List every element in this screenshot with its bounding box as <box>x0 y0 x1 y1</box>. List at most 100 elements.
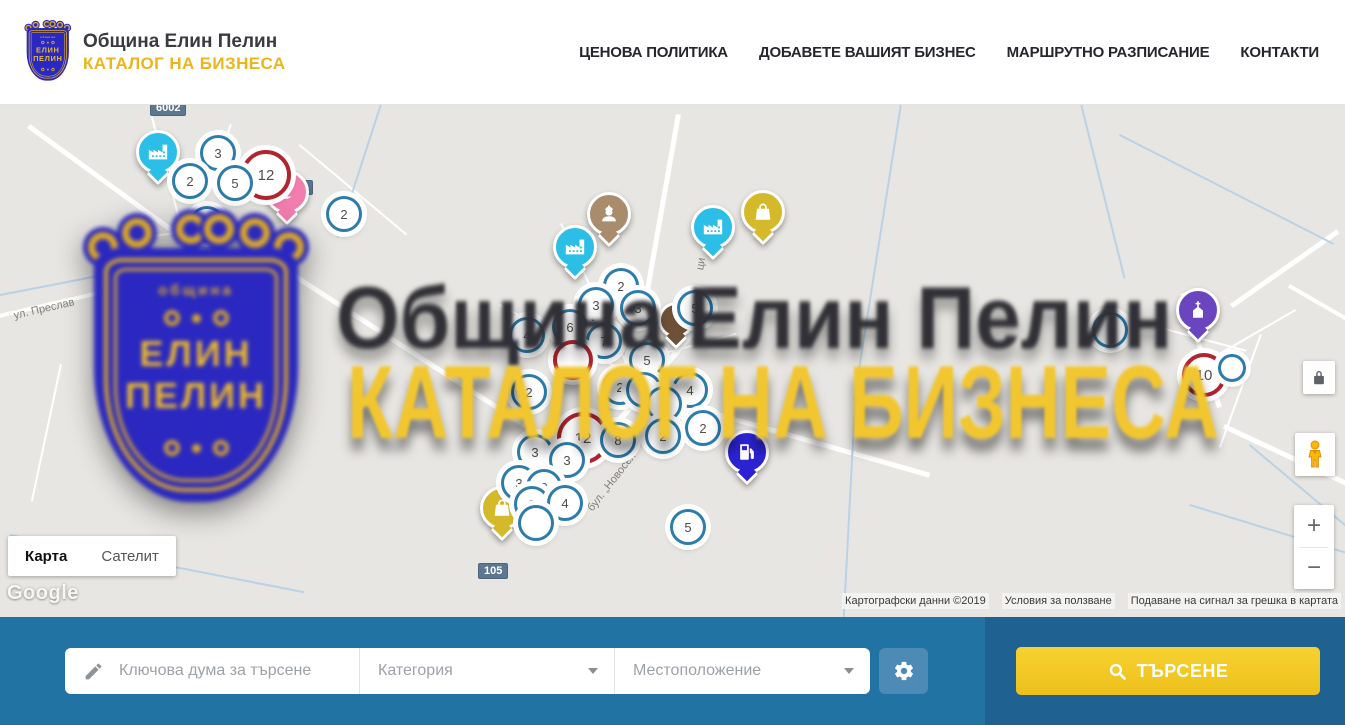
cluster-count: 2 <box>617 279 624 294</box>
emblem-town-word: община <box>86 282 306 299</box>
site-logo[interactable]: община ЕЛИН ПЕЛИН Община Елин Пелин КАТА… <box>25 21 285 83</box>
pegman-icon <box>1303 440 1327 470</box>
nav-item-route-schedule[interactable]: МАРШРУТНО РАЗПИСАНИЕ <box>1007 44 1210 61</box>
road-number-badge: 6002 <box>150 104 186 116</box>
location-select[interactable]: Местоположение <box>614 648 870 694</box>
map-type-map-button[interactable]: Карта <box>8 536 84 576</box>
zoom-control: + − <box>1294 505 1334 589</box>
emblem-volute <box>88 232 118 262</box>
map-cluster-marker[interactable] <box>1092 312 1128 348</box>
shopping-bag-icon <box>491 497 513 519</box>
cluster-count: 2 <box>616 380 623 395</box>
map-cluster-marker[interactable]: 5 <box>670 509 706 545</box>
emblem-name-line1: ЕЛИН <box>86 336 306 372</box>
cluster-count: 6 <box>566 320 573 335</box>
map-cluster-marker[interactable] <box>518 505 554 541</box>
emblem-ornament <box>86 310 306 326</box>
map-cluster-marker[interactable]: 3 <box>620 290 656 326</box>
map-type-satellite-button[interactable]: Сателит <box>84 536 176 576</box>
map-type-control: Карта Сателит <box>8 536 176 576</box>
map-pin-factory[interactable] <box>553 225 597 277</box>
cluster-count: 2 <box>659 429 666 444</box>
cluster-count: 12 <box>258 167 275 184</box>
zoom-out-button[interactable]: − <box>1294 548 1334 590</box>
map-cluster-marker[interactable]: 2 <box>511 374 547 410</box>
chevron-down-icon <box>588 668 598 674</box>
cluster-count: 10 <box>1196 367 1213 384</box>
emblem-volute <box>274 232 304 262</box>
cluster-count: 2 <box>699 421 706 436</box>
zoom-in-button[interactable]: + <box>1294 505 1334 547</box>
cluster-count: 3 <box>592 298 599 313</box>
map-cluster-marker[interactable]: 5 <box>217 165 253 201</box>
nav-item-contacts[interactable]: КОНТАКТИ <box>1240 44 1319 61</box>
logo-text: Община Елин Пелин КАТАЛОГ НА БИЗНЕСА <box>83 30 285 74</box>
map-cluster-marker[interactable] <box>189 206 225 242</box>
search-button[interactable]: ТЪРСЕНЕ <box>1016 647 1320 695</box>
cluster-count: 3 <box>563 453 570 468</box>
cluster-count: 2 <box>186 174 193 189</box>
emblem-volute <box>122 218 152 248</box>
construction-worker-icon <box>598 203 620 225</box>
map-pin-bag[interactable] <box>741 190 785 242</box>
emblem-name-line1: ЕЛИН <box>25 46 71 53</box>
map-cluster-marker[interactable] <box>1218 354 1246 382</box>
google-logo[interactable]: Google <box>7 582 79 605</box>
search-icon <box>1108 662 1127 681</box>
map-canvas[interactable]: 6002105ул. Преславбул. „Новоселци 321252… <box>0 104 1345 617</box>
emblem-ornament <box>86 440 306 456</box>
shopping-bag-icon <box>752 201 774 223</box>
report-map-error-link[interactable]: Подаване на сигнал за грешка в картата <box>1128 593 1341 609</box>
emblem-name-line2: ПЕЛИН <box>25 55 71 62</box>
search-bar: Категория Местоположение ТЪРСЕНЕ <box>0 617 1345 725</box>
map-cluster-marker[interactable] <box>553 340 593 380</box>
cluster-count: 5 <box>643 353 650 368</box>
cluster-count: 4 <box>686 383 693 398</box>
terms-of-use-link[interactable]: Условия за ползване <box>1002 593 1115 609</box>
map-lock-button[interactable] <box>1303 361 1335 394</box>
cluster-count: 12 <box>575 430 592 447</box>
map-cluster-marker[interactable]: 2 <box>172 163 208 199</box>
cluster-count: 7 <box>640 383 647 398</box>
emblem-volute <box>49 21 55 27</box>
keyword-search-input[interactable] <box>117 661 336 681</box>
map-cluster-marker[interactable]: 5 <box>677 290 713 326</box>
emblem-name-line2: ПЕЛИН <box>86 378 306 414</box>
road-number-badge: 105 <box>478 563 508 579</box>
main-nav: ЦЕНОВА ПОЛИТИКА ДОБАВЕТЕ ВАШИЯТ БИЗНЕС М… <box>579 44 1319 61</box>
map-cluster-marker[interactable]: 4 <box>509 317 545 353</box>
map-cluster-marker[interactable]: 2 <box>645 418 681 454</box>
nav-item-pricing[interactable]: ЦЕНОВА ПОЛИТИКА <box>579 44 728 61</box>
factory-icon <box>147 141 169 163</box>
municipality-emblem: община ЕЛИН ПЕЛИН <box>25 21 71 81</box>
search-fields-group: Категория Местоположение <box>65 648 870 694</box>
cluster-count: 2 <box>525 385 532 400</box>
map-pin-factory[interactable] <box>691 205 735 257</box>
lock-icon <box>1312 370 1326 386</box>
street-view-pegman-button[interactable] <box>1295 433 1335 476</box>
map-pin-fuel[interactable] <box>725 430 769 482</box>
nav-item-add-business[interactable]: ДОБАВЕТЕ ВАШИЯТ БИЗНЕС <box>759 44 976 61</box>
map-cluster-marker[interactable]: 8 <box>600 422 636 458</box>
site-title: Община Елин Пелин <box>83 30 285 54</box>
emblem-ornament <box>25 41 71 44</box>
cluster-count: 3 <box>531 445 538 460</box>
category-select-label: Категория <box>378 662 453 680</box>
map-cluster-marker[interactable]: 8 <box>646 386 682 422</box>
street-label: ци <box>694 257 708 271</box>
map-cluster-marker[interactable]: 2 <box>685 410 721 446</box>
cluster-count: 7 <box>600 334 607 349</box>
map-data-copyright: Картографски данни ©2019 <box>842 593 989 609</box>
advanced-search-button[interactable] <box>879 648 928 694</box>
map-pin-church[interactable] <box>1176 288 1220 340</box>
cluster-count: 5 <box>231 176 238 191</box>
watermark-emblem: община ЕЛИН ПЕЛИН <box>86 214 306 506</box>
cluster-count: 4 <box>561 496 568 511</box>
site-header: община ЕЛИН ПЕЛИН Община Елин Пелин КАТА… <box>0 0 1345 105</box>
cluster-count: 3 <box>634 301 641 316</box>
category-select[interactable]: Категория <box>359 648 614 694</box>
cluster-count: 5 <box>684 520 691 535</box>
cluster-count: 5 <box>691 301 698 316</box>
map-cluster-marker[interactable]: 2 <box>326 196 362 232</box>
keyword-field-section <box>65 648 359 694</box>
